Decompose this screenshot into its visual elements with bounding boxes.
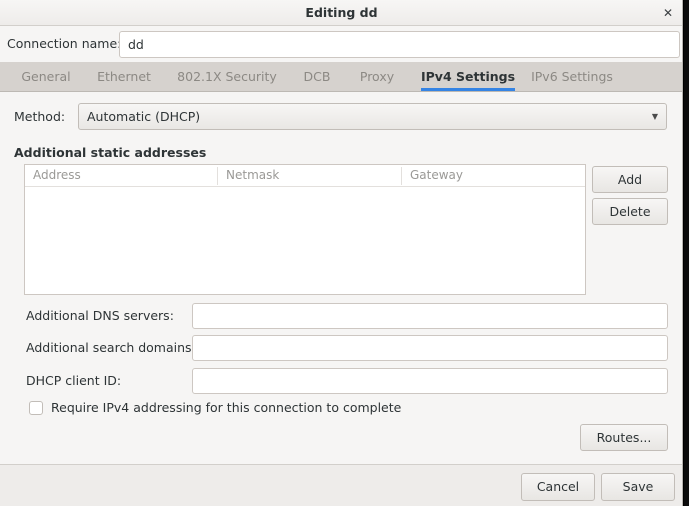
titlebar: Editing dd ✕ bbox=[0, 0, 682, 26]
dns-servers-input[interactable] bbox=[192, 303, 668, 329]
settings-tabs: General Ethernet 802.1X Security DCB Pro… bbox=[0, 62, 682, 92]
ipv4-settings-panel: Method: Automatic (DHCP) ▼ Additional st… bbox=[0, 92, 682, 464]
editing-connection-dialog: Editing dd ✕ Connection name: General Et… bbox=[0, 0, 683, 506]
tab-ipv4-settings[interactable]: IPv4 Settings bbox=[421, 62, 515, 91]
column-header-address[interactable]: Address bbox=[25, 165, 217, 186]
tab-dcb[interactable]: DCB bbox=[296, 62, 338, 91]
dialog-action-bar: https://blog.csdn.net/qq_42958401 Cancel… bbox=[0, 464, 682, 506]
search-domains-label: Additional search domains: bbox=[26, 340, 196, 355]
table-body-empty bbox=[25, 187, 585, 294]
dns-servers-label: Additional DNS servers: bbox=[26, 308, 174, 323]
tab-proxy[interactable]: Proxy bbox=[350, 62, 404, 91]
require-ipv4-checkbox[interactable] bbox=[29, 401, 43, 415]
tab-ethernet[interactable]: Ethernet bbox=[86, 62, 162, 91]
search-domains-input[interactable] bbox=[192, 335, 668, 361]
close-icon[interactable]: ✕ bbox=[659, 4, 677, 22]
static-addresses-heading: Additional static addresses bbox=[14, 145, 207, 160]
tab-general[interactable]: General bbox=[14, 62, 78, 91]
dhcp-client-id-input[interactable] bbox=[192, 368, 668, 394]
window-title: Editing dd bbox=[305, 5, 378, 20]
method-selected-value: Automatic (DHCP) bbox=[87, 109, 201, 124]
dhcp-client-id-label: DHCP client ID: bbox=[26, 373, 122, 388]
tab-8021x-security[interactable]: 802.1X Security bbox=[168, 62, 286, 91]
add-address-button[interactable]: Add bbox=[592, 166, 668, 193]
table-header-row: Address Netmask Gateway bbox=[25, 165, 585, 187]
static-addresses-table[interactable]: Address Netmask Gateway bbox=[24, 164, 586, 295]
method-dropdown[interactable]: Automatic (DHCP) ▼ bbox=[78, 103, 667, 130]
routes-button[interactable]: Routes... bbox=[580, 424, 668, 451]
connection-name-input[interactable] bbox=[119, 31, 680, 58]
require-ipv4-label: Require IPv4 addressing for this connect… bbox=[51, 400, 402, 415]
connection-name-label: Connection name: bbox=[7, 36, 122, 51]
method-label: Method: bbox=[14, 109, 66, 124]
cancel-button[interactable]: Cancel bbox=[521, 473, 595, 501]
delete-address-button[interactable]: Delete bbox=[592, 198, 668, 225]
save-button[interactable]: Save bbox=[601, 473, 675, 501]
tab-ipv6-settings[interactable]: IPv6 Settings bbox=[525, 62, 619, 91]
connection-name-row: Connection name: bbox=[0, 27, 682, 61]
column-header-gateway[interactable]: Gateway bbox=[402, 165, 585, 186]
chevron-down-icon: ▼ bbox=[651, 112, 658, 121]
column-header-netmask[interactable]: Netmask bbox=[218, 165, 401, 186]
desktop-background-strip bbox=[684, 0, 689, 506]
